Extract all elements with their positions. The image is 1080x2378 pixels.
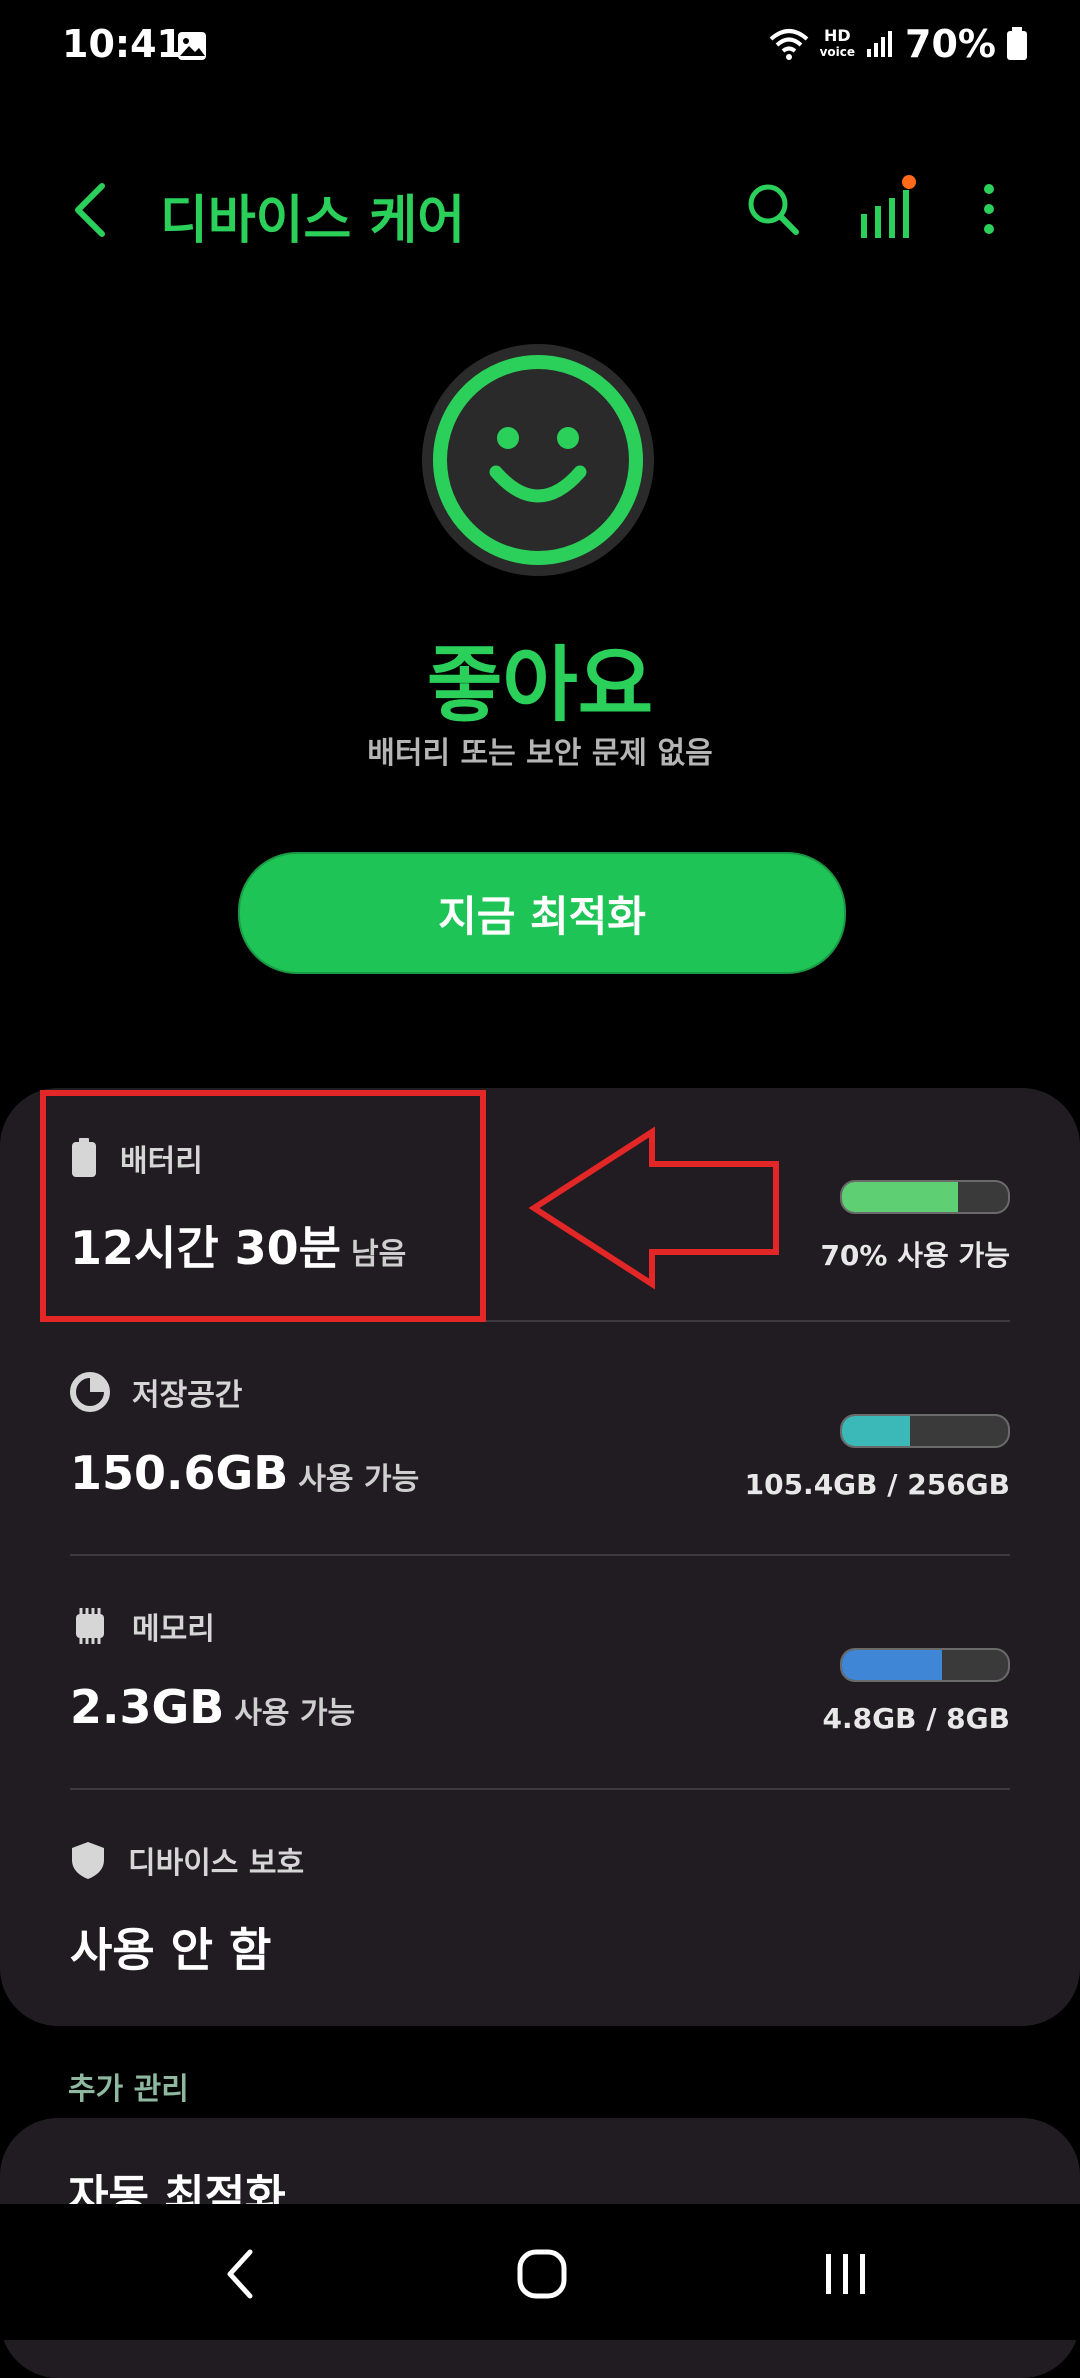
storage-usage-fill	[842, 1416, 911, 1446]
search-button[interactable]	[738, 174, 808, 244]
memory-row[interactable]: 메모리 2.3GB 사용 가능 4.8GB / 8GB	[70, 1556, 1010, 1790]
status-time: 10:41	[62, 22, 183, 66]
optimize-now-button[interactable]: 지금 최적화	[238, 852, 846, 974]
memory-suffix: 사용 가능	[234, 1696, 356, 1731]
memory-usage-fill	[842, 1650, 942, 1680]
device-protection-label: 디바이스 보호	[128, 1846, 305, 1881]
storage-suffix: 사용 가능	[298, 1462, 420, 1497]
battery-level-bar	[840, 1180, 1010, 1214]
storage-row[interactable]: 저장공간 150.6GB 사용 가능 105.4GB / 256GB	[70, 1322, 1010, 1556]
nav-home-button[interactable]	[502, 2234, 582, 2314]
more-vert-icon	[984, 184, 994, 234]
page-title: 디바이스 케어	[160, 191, 466, 251]
wifi-icon	[769, 29, 808, 60]
battery-level-fill	[842, 1182, 959, 1212]
hd-voice-indicator: HD voice	[820, 28, 855, 60]
memory-caption: 4.8GB / 8GB	[822, 1702, 1010, 1735]
extra-management-header: 추가 관리	[68, 2072, 189, 2107]
diagnostics-button[interactable]	[852, 172, 922, 242]
shield-icon	[72, 1842, 104, 1879]
memory-label: 메모리	[132, 1612, 215, 1647]
smiley-status-icon	[420, 342, 656, 578]
annotation-arrow-icon	[528, 1126, 779, 1290]
back-button[interactable]	[70, 180, 110, 240]
device-status-title: 좋아요	[426, 638, 654, 733]
hd-label: HD	[823, 26, 851, 45]
bar-chart-icon	[861, 175, 916, 238]
device-status-subtitle: 배터리 또는 보안 문제 없음	[367, 736, 713, 771]
more-options-button[interactable]	[954, 174, 1024, 244]
device-protection-row[interactable]: 디바이스 보호 사용 안 함	[70, 1790, 1010, 2024]
nav-home-icon	[517, 2249, 567, 2299]
device-protection-value: 사용 안 함	[70, 1923, 272, 1977]
storage-caption: 105.4GB / 256GB	[744, 1468, 1010, 1501]
nav-recents-button[interactable]	[806, 2234, 886, 2314]
memory-value: 2.3GB	[70, 1680, 225, 1734]
system-navigation-bar	[0, 2204, 1080, 2340]
memory-usage-bar	[840, 1648, 1010, 1682]
search-icon	[748, 184, 799, 235]
storage-usage-bar	[840, 1414, 1010, 1448]
storage-value: 150.6GB	[70, 1446, 289, 1500]
nav-back-icon	[227, 2249, 253, 2299]
memory-chip-icon	[76, 1608, 104, 1644]
voice-label: voice	[819, 45, 856, 59]
battery-percent: 70%	[905, 22, 996, 66]
back-arrow-icon	[75, 183, 105, 237]
gallery-notification-icon	[176, 30, 208, 62]
storage-pie-icon	[70, 1372, 110, 1412]
battery-status-icon	[1007, 27, 1027, 60]
annotation-highlight-box	[40, 1090, 486, 1322]
nav-back-button[interactable]	[200, 2234, 280, 2314]
storage-label: 저장공간	[132, 1378, 243, 1413]
nav-recents-icon	[826, 2254, 865, 2294]
signal-icon	[867, 31, 893, 57]
status-icons: HD voice 70%	[768, 22, 1028, 66]
battery-caption: 70% 사용 가능	[820, 1239, 1010, 1272]
